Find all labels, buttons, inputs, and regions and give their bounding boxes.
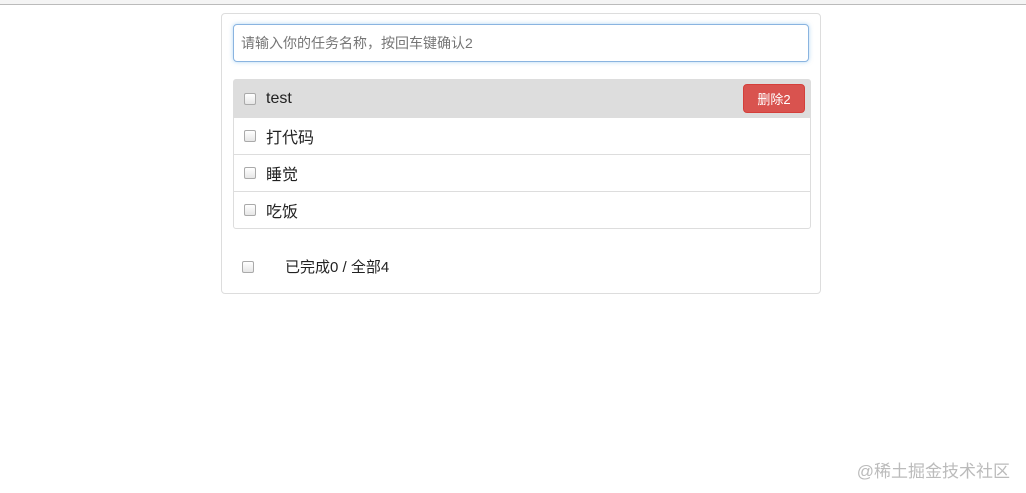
todo-checkbox[interactable] (244, 167, 256, 179)
todo-list: test 删除2 打代码 睡觉 吃饭 (233, 79, 811, 229)
todo-title: 打代码 (266, 130, 315, 147)
todo-footer: 已完成0 / 全部4 (242, 256, 389, 277)
todo-item: 打代码 (234, 117, 810, 154)
todo-item: test 删除2 (234, 80, 810, 117)
todo-title: 吃饭 (266, 204, 299, 221)
completion-status: 已完成0 / 全部4 (285, 259, 390, 276)
todo-checkbox[interactable] (244, 204, 256, 216)
task-input[interactable] (233, 24, 809, 62)
todo-title: 睡觉 (266, 167, 299, 184)
watermark: @稀土掘金技术社区 (856, 462, 1010, 481)
browser-top-edge (0, 0, 1026, 5)
select-all-checkbox[interactable] (242, 260, 254, 273)
todo-item: 吃饭 (234, 191, 810, 228)
todo-checkbox[interactable] (244, 92, 256, 105)
todo-checkbox[interactable] (244, 130, 256, 142)
todo-app: test 删除2 打代码 睡觉 吃饭 已完成0 / 全部4 (221, 13, 821, 294)
todo-item: 睡觉 (234, 154, 810, 191)
todo-title: test (266, 89, 292, 107)
delete-button[interactable]: 删除2 (743, 84, 805, 113)
